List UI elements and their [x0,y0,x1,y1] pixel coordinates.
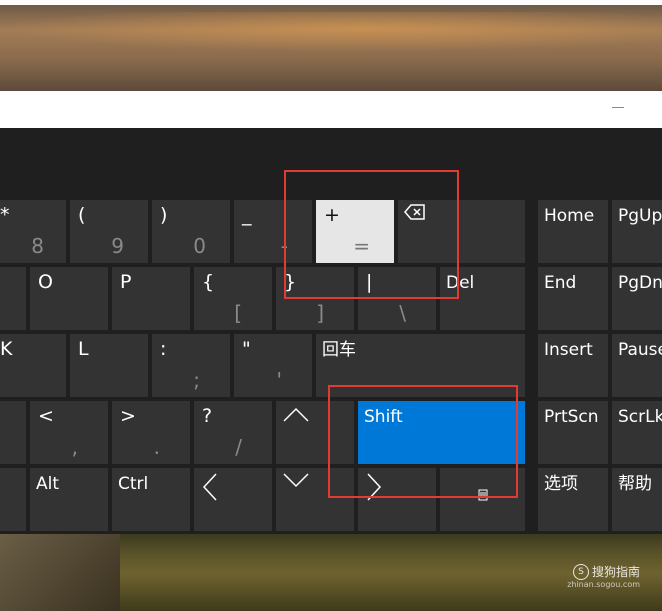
key-primary: " [242,338,251,360]
key-ctrl[interactable]: Ctrl [112,468,190,531]
key-secondary: 8 [31,234,44,258]
arrow-down-icon [283,473,309,488]
key-i-partial[interactable] [0,267,26,330]
key-secondary: , [71,435,78,459]
key-secondary: [ [234,301,242,325]
key-insert[interactable]: Insert [538,334,608,397]
key-primary: L [78,338,89,360]
key-label: End [544,273,577,293]
key-label: PgDn [618,273,662,293]
key-end[interactable]: End [538,267,608,330]
key-primary: ? [202,405,213,427]
key-quote[interactable]: " ' [234,334,312,397]
watermark-url: zhinan.sogou.com [567,580,640,589]
annotation-box-equals [284,170,459,299]
key-primary: ) [160,204,168,226]
key-primary: < [38,405,54,427]
annotation-box-shift [328,385,518,498]
key-primary: ( [78,204,86,226]
key-secondary: 0 [193,234,206,258]
key-arrow-left[interactable] [194,468,272,531]
key-label: PrtScn [544,407,599,427]
key-secondary: ; [193,368,200,392]
key-9[interactable]: ( 9 [70,200,148,263]
key-m-partial[interactable] [0,401,26,464]
key-o[interactable]: O [30,267,108,330]
key-primary: { [202,271,215,293]
key-pgdn[interactable]: PgDn [612,267,662,330]
cliff [0,534,120,611]
key-secondary: . [153,435,160,459]
sogou-logo-icon: S [572,564,589,580]
key-label: Insert [544,340,593,360]
key-label: Alt [36,474,60,494]
key-primary: _ [242,204,252,226]
background-photo-top [0,0,662,91]
key-secondary: / [235,435,242,459]
key-label: 帮助 [618,474,652,494]
key-k[interactable]: K [0,334,66,397]
key-label: Home [544,206,595,226]
sky-streak [0,12,662,52]
key-secondary: ' [276,368,283,392]
key-primary: K [0,338,13,360]
key-primary: : [160,338,167,360]
watermark-brand: S 搜狗指南 [567,563,640,580]
key-secondary: 9 [111,234,124,258]
key-open-bracket[interactable]: { [ [194,267,272,330]
key-scrlk[interactable]: ScrLk [612,401,662,464]
watermark: S 搜狗指南 zhinan.sogou.com [567,563,640,589]
minimize-icon[interactable] [612,107,624,108]
key-label: Pause [618,340,662,360]
key-fn-partial[interactable] [0,468,26,531]
key-semicolon[interactable]: : ; [152,334,230,397]
key-slash[interactable]: ? / [194,401,272,464]
key-label: Ctrl [118,474,149,494]
key-home[interactable]: Home [538,200,608,263]
key-comma[interactable]: < , [30,401,108,464]
key-prtscn[interactable]: PrtScn [538,401,608,464]
background-photo-bottom [0,534,662,611]
key-l[interactable]: L [70,334,148,397]
key-primary: * [0,204,10,226]
key-secondary: \ [399,301,406,325]
key-label: ScrLk [618,407,662,427]
key-primary: > [120,405,136,427]
key-period[interactable]: > . [112,401,190,464]
arrow-up-icon [283,407,309,422]
key-primary: P [120,271,132,293]
key-pause[interactable]: Pause [612,334,662,397]
key-8[interactable]: * 8 [0,200,66,263]
key-0[interactable]: ) 0 [152,200,230,263]
key-alt[interactable]: Alt [30,468,108,531]
key-pgup[interactable]: PgUp [612,200,662,263]
key-label: 回车 [322,340,356,360]
key-help[interactable]: 帮助 [612,468,662,531]
key-label: PgUp [618,206,662,226]
key-secondary: ] [316,301,324,325]
watermark-brand-text: 搜狗指南 [591,564,640,579]
arrow-left-icon [202,473,217,501]
key-options[interactable]: 选项 [538,468,608,531]
key-p[interactable]: P [112,267,190,330]
key-label: 选项 [544,474,578,494]
key-primary: O [38,271,53,293]
osk-title-bar [0,91,662,128]
